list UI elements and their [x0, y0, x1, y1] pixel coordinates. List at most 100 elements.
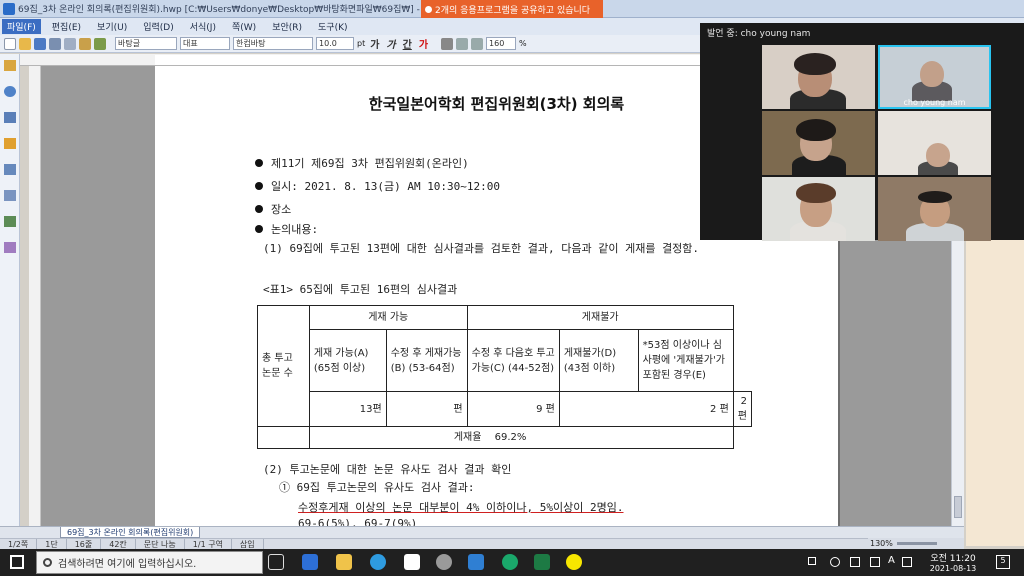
paste-icon[interactable]	[79, 37, 91, 50]
menu-view[interactable]: 보기(U)	[92, 19, 132, 34]
bullet-icon	[255, 205, 263, 213]
language-select[interactable]: 대표	[180, 37, 230, 50]
document-icon[interactable]	[4, 164, 16, 175]
window-title: 69집_3차 온라인 회의록(편집위원회).hwp [C:₩Users₩dony…	[18, 5, 465, 15]
cloud-icon[interactable]	[830, 557, 840, 567]
vertical-ruler[interactable]	[29, 66, 41, 526]
ime-language[interactable]: A	[888, 555, 895, 566]
print-icon[interactable]	[49, 37, 61, 50]
save-icon[interactable]	[34, 37, 46, 50]
acceptance-rate-row: 게재율 69.2%	[308, 426, 734, 449]
bullet-place: 장소	[271, 203, 292, 216]
status-page[interactable]: 1/2쪽	[0, 538, 38, 550]
align-center-icon[interactable]	[471, 37, 484, 50]
notification-icon[interactable]: 5	[996, 555, 1010, 569]
tray-chevron-icon[interactable]	[808, 557, 816, 565]
active-speaker-label: 발언 중: cho young nam	[707, 28, 811, 39]
new-doc-icon[interactable]	[4, 37, 16, 50]
start-menu-icon[interactable]	[10, 555, 24, 569]
font-size-input[interactable]: 10.0	[316, 37, 354, 50]
underline-button[interactable]: 간	[401, 36, 414, 51]
taskbar-search-box[interactable]: 검색하려면 여기에 입력하십시오.	[36, 551, 263, 574]
bullet-datetime: 일시: 2021. 8. 13(금) AM 10:30~12:00	[271, 180, 501, 193]
help-icon[interactable]	[4, 86, 16, 97]
italic-button[interactable]: 가	[384, 36, 397, 51]
video-tile[interactable]	[762, 177, 875, 241]
video-tile[interactable]	[878, 111, 991, 175]
header-accept: 게재 가능	[308, 305, 468, 330]
zoom-level[interactable]: 130%	[870, 539, 893, 548]
file-explorer-icon[interactable]	[336, 554, 352, 570]
agenda-item-1: (1) 69집에 투고된 13편에 대한 심사결과를 검토한 결과, 다음과 같…	[263, 242, 700, 255]
tab-document[interactable]: 69집_3차 온라인 회의록(편집위원회)	[60, 527, 201, 538]
status-column: 1단	[37, 538, 67, 550]
style-select[interactable]: 바탕글	[115, 37, 177, 50]
status-para: 문단 나눔	[136, 538, 185, 550]
video-tile[interactable]	[762, 111, 875, 175]
status-line: 16줄	[67, 538, 102, 550]
task-view-icon[interactable]	[268, 554, 284, 570]
clock-date: 2021-08-13	[929, 564, 977, 573]
bold-button[interactable]: 가	[368, 36, 381, 51]
book-icon[interactable]	[4, 60, 16, 71]
value-c: 2 편	[558, 391, 734, 427]
mail-icon[interactable]	[468, 554, 484, 570]
col-revise-b: 수정 후 게재가능(B) (53-64점)	[385, 329, 468, 392]
menu-file[interactable]: 파일(F)	[2, 19, 41, 34]
header-reject: 게재불가	[466, 305, 734, 330]
col-resubmit-c: 수정 후 다음호 투고 가능(C) (44-52점)	[466, 329, 560, 392]
align-left-icon[interactable]	[456, 37, 469, 50]
network-icon[interactable]	[850, 557, 860, 567]
status-insert-mode[interactable]: 삽입	[232, 538, 264, 550]
value-a: 편	[385, 391, 468, 427]
clock-time: 오전 11:20	[930, 554, 976, 564]
zoom-input[interactable]: 160	[486, 37, 517, 50]
video-tile-active[interactable]: cho young nam	[878, 45, 991, 109]
ime-mode-icon[interactable]	[902, 557, 912, 567]
value-b: 9 편	[466, 391, 560, 427]
screen-share-banner[interactable]: 2개의 응용프로그램을 공유하고 있습니다	[421, 0, 603, 18]
status-section: 1/1 구역	[185, 538, 232, 550]
list-icon[interactable]	[4, 112, 16, 123]
format-toolbar: 바탕글 대표 한컴바탕 10.0 pt 가 가 간 가 160 %	[0, 35, 700, 53]
hwp-taskbar-icon[interactable]	[302, 554, 318, 570]
menu-page[interactable]: 쪽(W)	[227, 19, 261, 34]
menu-insert[interactable]: 입력(D)	[138, 19, 179, 34]
edge-browser-icon[interactable]	[370, 554, 386, 570]
participant-name: cho young nam	[903, 98, 966, 107]
cut-icon[interactable]	[64, 37, 76, 50]
video-tile[interactable]	[762, 45, 875, 109]
left-task-pane	[0, 54, 20, 540]
value-total: 13편	[308, 391, 387, 427]
font-color-button[interactable]: 가	[417, 36, 430, 51]
similarity-details: 69-6(5%), 69-7(9%)	[298, 517, 418, 526]
open-folder-icon[interactable]	[19, 37, 31, 50]
value-e: 2 편	[732, 391, 753, 427]
store-icon[interactable]	[404, 554, 420, 570]
excel-icon[interactable]	[534, 554, 550, 570]
review-result-table: 총 투고 논문 수 게재 가능 게재불가 게재 가능(A) (65점 이상) 수…	[257, 305, 753, 449]
menu-format[interactable]: 서식(J)	[185, 19, 221, 34]
lightning-icon[interactable]	[4, 138, 16, 149]
video-tile[interactable]	[878, 177, 991, 241]
align-justify-icon[interactable]	[441, 37, 454, 50]
font-size-unit: pt	[357, 39, 366, 48]
taskbar-clock[interactable]: 오전 11:20 2021-08-13	[923, 551, 983, 573]
bullet-session: 제11기 제69집 3차 편집위원회(온라인)	[271, 157, 469, 170]
whale-browser-icon[interactable]	[502, 554, 518, 570]
menu-tools[interactable]: 도구(K)	[313, 19, 353, 34]
document-tab-strip: 69집_3차 온라인 회의록(편집위원회)	[0, 526, 964, 538]
similarity-summary: 수정후게재 이상의 논문 대부분이 4% 이하이나, 5%이상이 2명임.	[298, 501, 624, 514]
shapes-icon[interactable]	[4, 242, 16, 253]
undo-icon[interactable]	[94, 37, 106, 50]
scrollbar-thumb[interactable]	[954, 496, 962, 518]
volume-icon[interactable]	[870, 557, 880, 567]
zoom-slider[interactable]	[896, 542, 937, 545]
image-icon[interactable]	[4, 216, 16, 227]
kakaotalk-icon[interactable]	[566, 554, 582, 570]
menu-security[interactable]: 보안(R)	[267, 19, 307, 34]
settings-gear-icon[interactable]	[436, 554, 452, 570]
table-icon[interactable]	[4, 190, 16, 201]
font-select[interactable]: 한컴바탕	[233, 37, 313, 50]
menu-edit[interactable]: 편집(E)	[47, 19, 86, 34]
